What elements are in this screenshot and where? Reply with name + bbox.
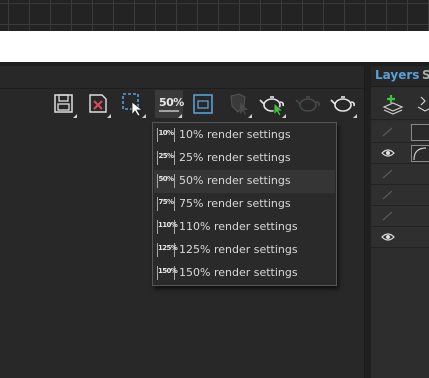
menu-item-label: 110% render settings bbox=[179, 220, 298, 233]
layer-action-icon[interactable] bbox=[415, 93, 429, 115]
menu-item-150[interactable]: 150% 150% render settings bbox=[154, 262, 335, 285]
visibility-on-icon[interactable] bbox=[381, 231, 395, 243]
dropdown-corner-icon bbox=[248, 114, 252, 118]
menu-item-label: 25% render settings bbox=[179, 151, 291, 164]
layers-panel: Layers S bbox=[371, 66, 429, 378]
scale-badge-icon: 10% bbox=[157, 128, 175, 142]
layer-thumbnail bbox=[411, 145, 429, 162]
layer-row[interactable] bbox=[371, 143, 429, 164]
visibility-off-icon[interactable] bbox=[381, 189, 395, 201]
curve-thumbnail-icon bbox=[413, 147, 427, 161]
layer-thumbnail bbox=[411, 124, 429, 141]
render-region-disabled-button[interactable] bbox=[225, 90, 253, 118]
render-button[interactable] bbox=[330, 90, 358, 118]
menu-item-10[interactable]: 10% 10% render settings bbox=[154, 124, 335, 147]
menu-item-50[interactable]: 50% 50% render settings bbox=[154, 170, 335, 193]
menu-item-label: 75% render settings bbox=[179, 197, 291, 210]
menu-item-110[interactable]: 110% 110% render settings bbox=[154, 216, 335, 239]
scale-badge-icon: 50% bbox=[157, 174, 175, 188]
render-preview-button[interactable] bbox=[259, 90, 287, 118]
dropdown-corner-icon bbox=[142, 114, 146, 118]
render-scale-value: 50% bbox=[159, 96, 184, 109]
visibility-off-icon[interactable] bbox=[381, 210, 395, 222]
menu-item-label: 150% render settings bbox=[179, 266, 298, 279]
render-disabled-button[interactable] bbox=[295, 90, 323, 118]
scale-badge-icon: 75% bbox=[157, 197, 175, 211]
dropdown-corner-icon bbox=[73, 114, 77, 118]
layer-row[interactable] bbox=[371, 185, 429, 206]
save-button[interactable] bbox=[50, 90, 78, 118]
scale-badge-icon: 125% bbox=[157, 243, 178, 257]
render-region-button[interactable] bbox=[119, 90, 147, 118]
dropdown-corner-icon bbox=[107, 114, 111, 118]
menu-item-75[interactable]: 75% 75% render settings bbox=[154, 193, 335, 216]
teapot-disabled-icon bbox=[295, 96, 320, 112]
layers-toolbar bbox=[371, 87, 429, 120]
menu-item-label: 50% render settings bbox=[179, 174, 291, 187]
layer-row[interactable] bbox=[371, 164, 429, 185]
layer-row[interactable] bbox=[371, 122, 429, 143]
menu-item-label: 10% render settings bbox=[179, 128, 291, 141]
menu-item-25[interactable]: 25% 25% render settings bbox=[154, 147, 335, 170]
menu-item-label: 125% render settings bbox=[179, 243, 298, 256]
render-scale-menu: 10% 10% render settings 25% 25% render s… bbox=[152, 122, 337, 286]
dropdown-corner-icon bbox=[178, 114, 182, 118]
dropdown-corner-icon bbox=[353, 114, 357, 118]
tab-partial[interactable]: S bbox=[422, 68, 429, 82]
delete-render-button[interactable] bbox=[84, 90, 112, 118]
layer-row[interactable] bbox=[371, 227, 429, 248]
visibility-on-icon[interactable] bbox=[381, 147, 395, 159]
canvas-area[interactable] bbox=[0, 31, 429, 62]
menu-item-125[interactable]: 125% 125% render settings bbox=[154, 239, 335, 262]
render-frame-icon bbox=[193, 94, 213, 114]
render-scale-button[interactable]: 50% bbox=[155, 90, 184, 118]
visibility-off-icon[interactable] bbox=[381, 126, 395, 138]
scale-badge-icon: 25% bbox=[157, 151, 175, 165]
toolbar-divider bbox=[0, 88, 364, 89]
layers-tab-bar: Layers S bbox=[371, 66, 429, 87]
viewport-grid[interactable] bbox=[0, 0, 429, 31]
visibility-off-icon[interactable] bbox=[381, 168, 395, 180]
scale-badge-icon: 150% bbox=[157, 266, 178, 280]
layer-row[interactable] bbox=[371, 206, 429, 227]
dropdown-corner-icon bbox=[282, 114, 286, 118]
render-frame-button[interactable] bbox=[189, 90, 217, 118]
scale-badge-icon: 110% bbox=[157, 220, 178, 234]
tab-layers[interactable]: Layers bbox=[375, 68, 419, 82]
add-layer-icon[interactable] bbox=[381, 93, 405, 115]
